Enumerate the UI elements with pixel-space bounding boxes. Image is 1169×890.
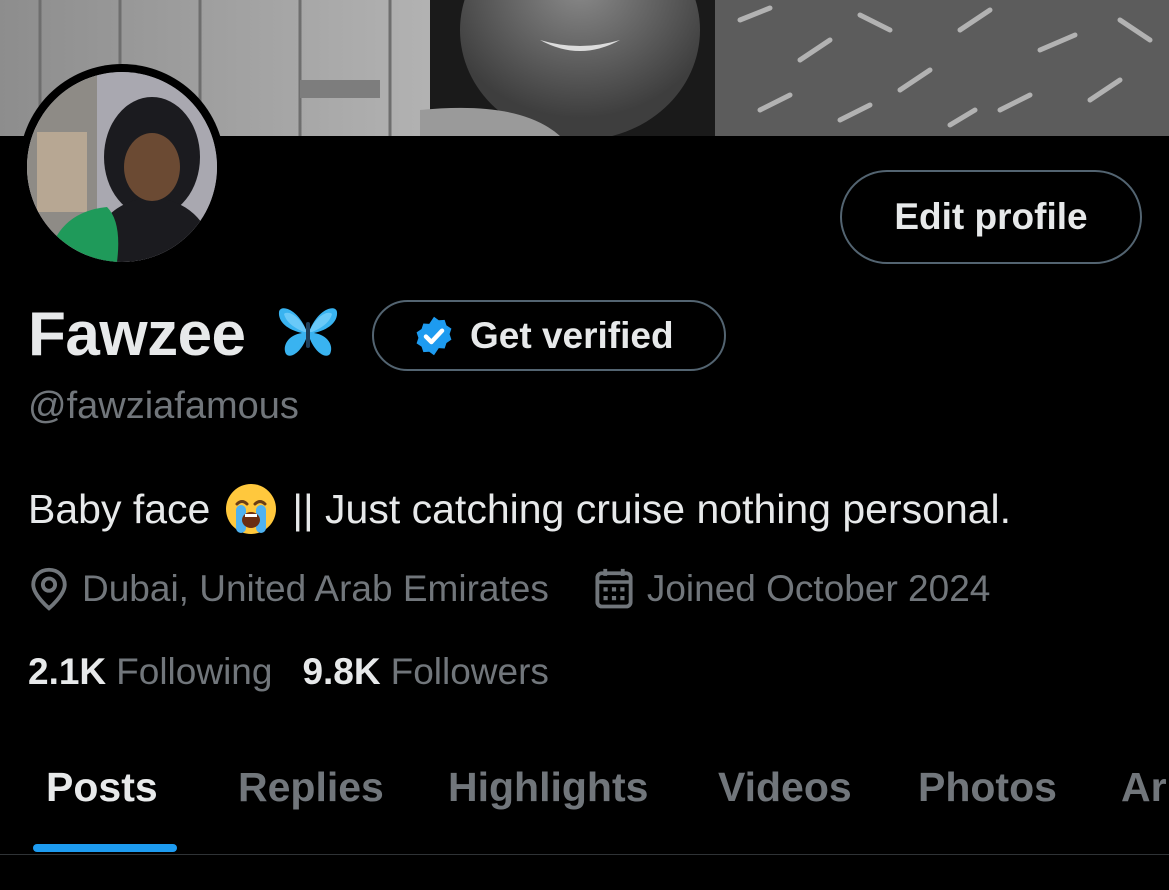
followers-count: 9.8K xyxy=(302,651,381,692)
location-pin-icon xyxy=(31,567,67,611)
bio-text-before: Baby face xyxy=(28,485,211,532)
loudly-crying-face-icon xyxy=(226,484,277,534)
bio-text-after: || Just catching cruise nothing personal… xyxy=(292,485,1012,532)
tab-replies[interactable]: Replies xyxy=(238,764,384,811)
profile-tabs: Posts Replies Highlights Videos Photos A… xyxy=(0,740,1169,854)
tab-articles[interactable]: Ar xyxy=(1121,764,1167,811)
followers-label: Followers xyxy=(390,651,549,692)
calendar-icon xyxy=(595,568,633,609)
avatar[interactable] xyxy=(27,72,217,262)
active-tab-indicator xyxy=(33,844,177,852)
tab-videos[interactable]: Videos xyxy=(718,764,852,811)
get-verified-button[interactable]: Get verified xyxy=(372,300,726,371)
profile-location: Dubai, United Arab Emirates xyxy=(82,568,549,609)
edit-profile-button[interactable]: Edit profile xyxy=(840,170,1142,264)
following-label: Following xyxy=(116,651,273,692)
profile-bio: Baby face || Just catching cruise nothin… xyxy=(28,482,1011,536)
following-count: 2.1K xyxy=(28,651,107,692)
profile-meta: Dubai, United Arab Emirates Joined Octob… xyxy=(28,566,990,612)
tabs-divider xyxy=(0,854,1169,855)
profile-stats: 2.1K Following 9.8K Followers xyxy=(28,651,549,693)
avatar-image xyxy=(27,72,217,262)
profile-joined-date: Joined October 2024 xyxy=(646,568,991,609)
tab-posts[interactable]: Posts xyxy=(46,764,158,811)
tab-highlights[interactable]: Highlights xyxy=(448,764,648,811)
following-link[interactable]: 2.1K Following xyxy=(28,651,272,693)
get-verified-label: Get verified xyxy=(470,314,674,356)
butterfly-icon xyxy=(278,308,338,356)
verified-badge-icon xyxy=(416,316,452,355)
profile-name: Fawzee xyxy=(28,300,246,369)
tab-photos[interactable]: Photos xyxy=(918,764,1057,811)
followers-link[interactable]: 9.8K Followers xyxy=(302,651,548,693)
profile-handle: @fawziafamous xyxy=(28,385,299,427)
